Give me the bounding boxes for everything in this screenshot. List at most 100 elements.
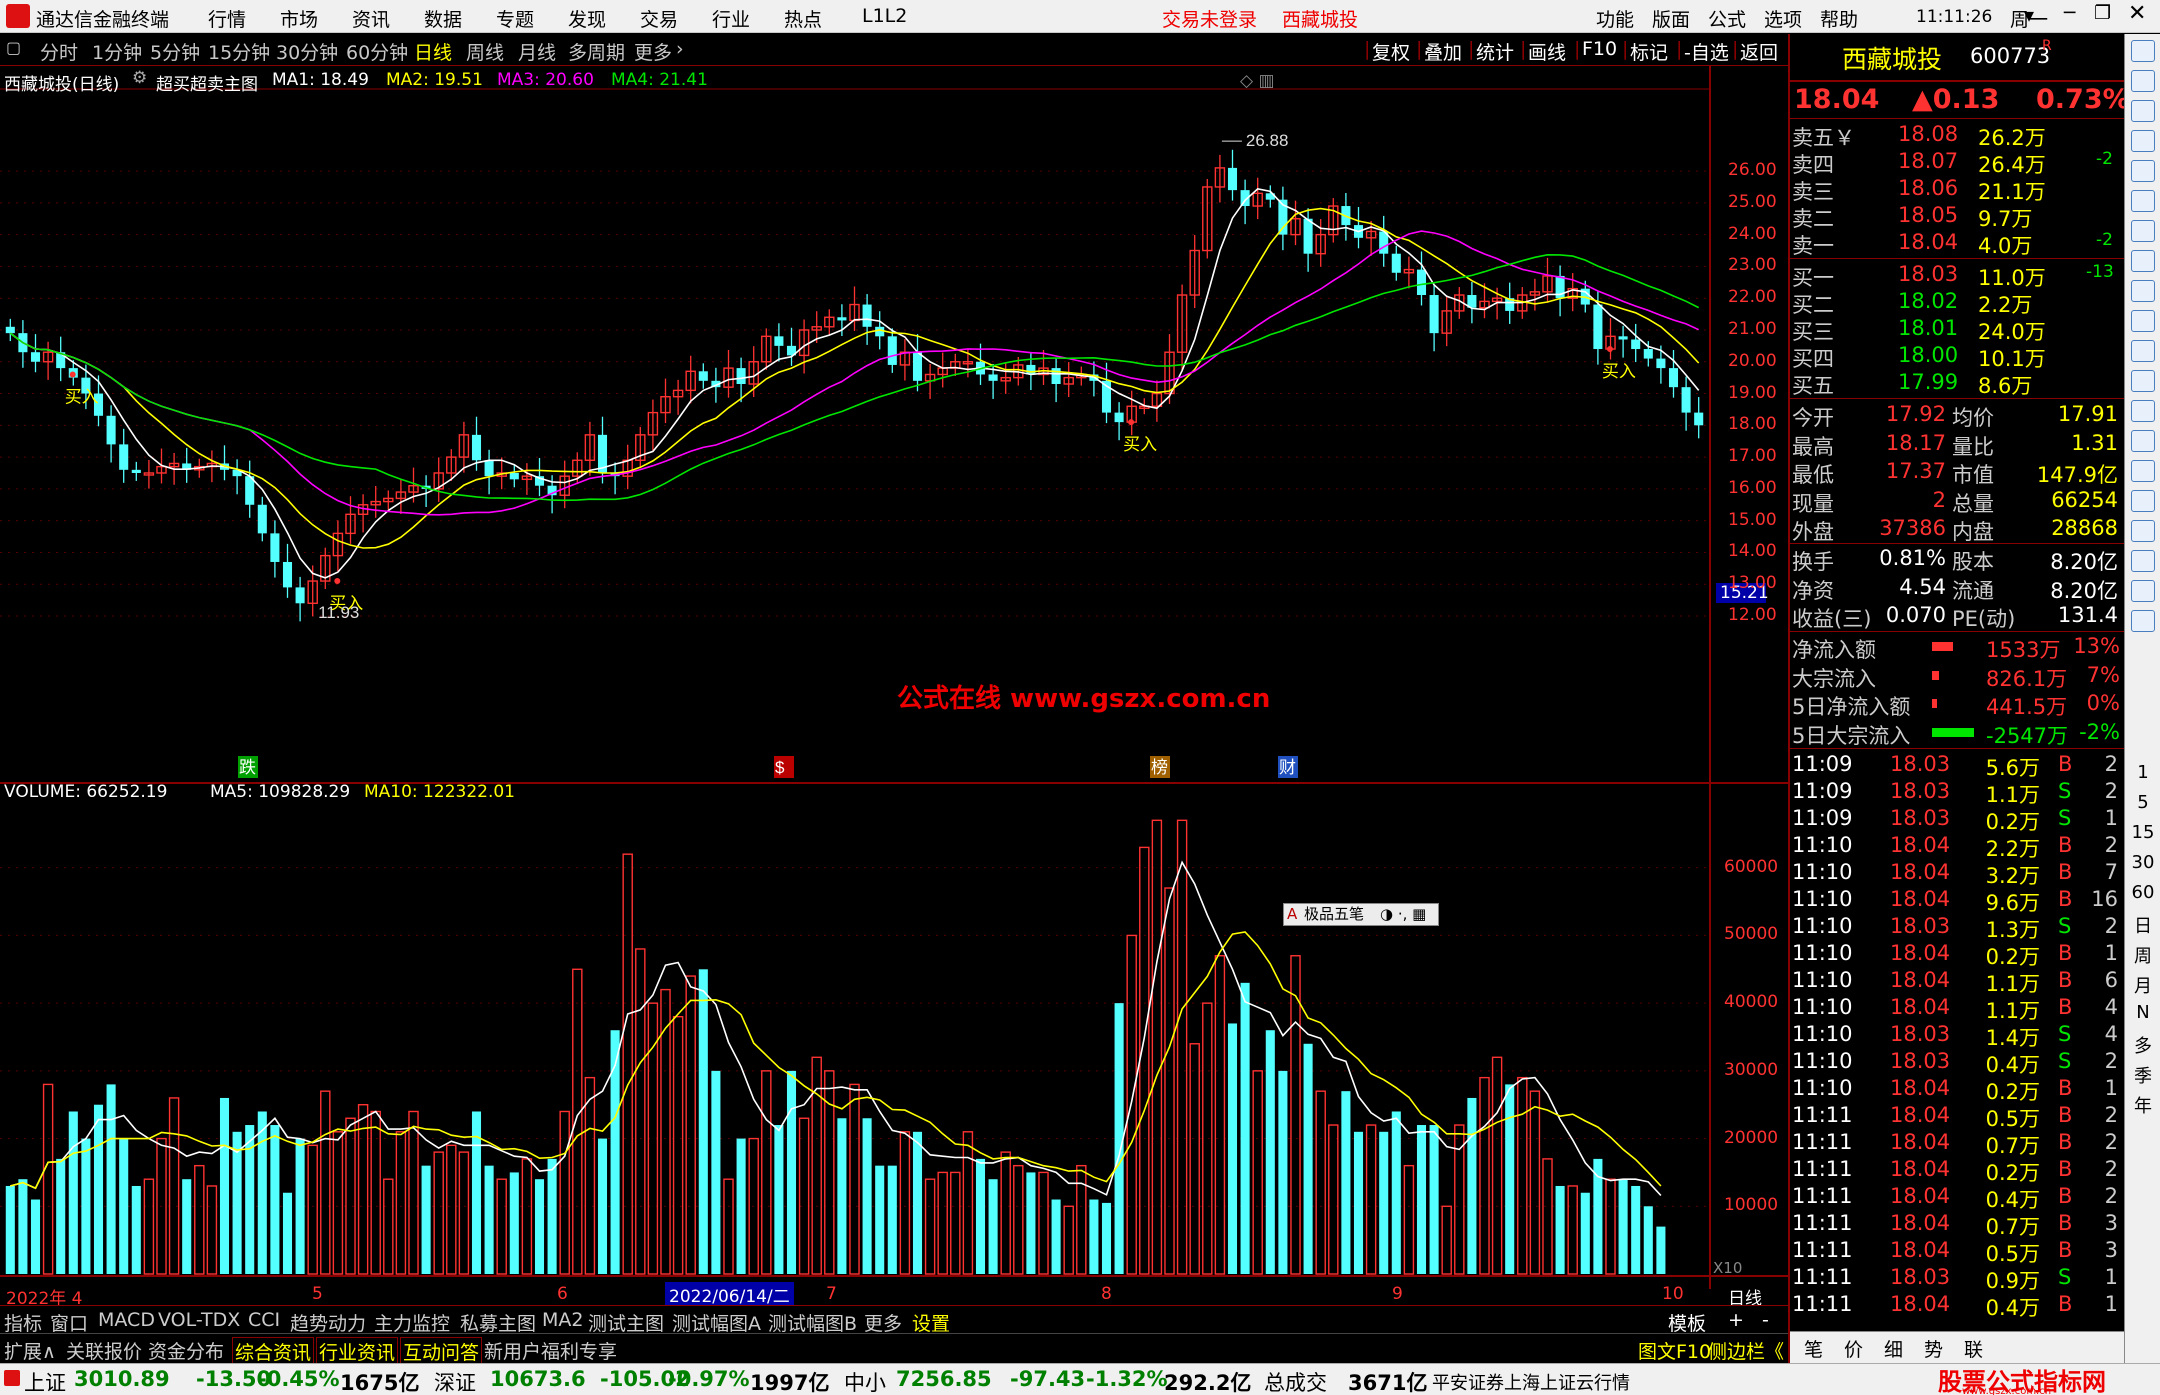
side-period-1[interactable]: 5 (2125, 792, 2160, 813)
period-tab-8[interactable]: 月线 (518, 38, 556, 65)
news2-icon[interactable] (2131, 310, 2155, 332)
f10-icon[interactable] (2131, 280, 2155, 302)
more-chevron-icon[interactable]: › (676, 38, 684, 60)
indicator-tab-0[interactable]: 指标 (4, 1309, 42, 1336)
menu-item-9[interactable]: L1L2 (862, 5, 907, 27)
menu-item-2[interactable]: 资讯 (352, 5, 390, 32)
search-icon[interactable] (2131, 40, 2155, 62)
side-period-4[interactable]: 60 (2125, 882, 2160, 903)
toolbar-button-6[interactable]: -自选 (1684, 38, 1729, 65)
toolbar-button-2[interactable]: 统计 (1476, 38, 1514, 65)
toolbar-button-7[interactable]: 返回 (1740, 38, 1778, 65)
period-tab-7[interactable]: 周线 (466, 38, 504, 65)
indicator-tab-9[interactable]: 测试主图 (588, 1309, 664, 1336)
indicator-tab-5[interactable]: 趋势动力 (290, 1309, 366, 1336)
indicator-tab-4[interactable]: CCI (248, 1309, 280, 1331)
indicator-tab-8[interactable]: MA2 (542, 1309, 583, 1331)
menu-item-1[interactable]: 市场 (280, 5, 318, 32)
side-period-7[interactable]: 月 (2125, 972, 2160, 998)
gear-icon[interactable] (2131, 460, 2155, 482)
info-tab-2[interactable]: 资金分布 (148, 1337, 224, 1364)
kline-chart-area[interactable]: 买入 买入 买入 买入 26.88 11.93 跌 $ 榜财 西藏城投(日线) ⚙ 超买超卖主图… (0, 66, 1788, 1309)
info-tab-0[interactable]: 扩展∧ (4, 1337, 56, 1364)
period-tab-5[interactable]: 60分钟 (346, 38, 408, 65)
side-period-2[interactable]: 15 (2125, 822, 2160, 843)
panel-tab-2[interactable]: 细 (1884, 1335, 1903, 1362)
info-tab-1[interactable]: 关联报价 (66, 1337, 142, 1364)
right-menu-item-1[interactable]: 版面 (1652, 5, 1690, 32)
panel-tab-0[interactable]: 笔 (1804, 1335, 1823, 1362)
toolbar-button-3[interactable]: 画线 (1528, 38, 1566, 65)
f5-icon[interactable] (2131, 610, 2155, 632)
info-tab-4[interactable]: 行业资讯 (316, 1337, 399, 1366)
indicator-toggle-icon[interactable]: ⚙ (132, 68, 147, 88)
period-tab-9[interactable]: 多周期 (568, 38, 625, 65)
info-tab-5[interactable]: 互动问答 (400, 1337, 483, 1366)
period-tab-1[interactable]: 1分钟 (92, 38, 142, 65)
panel-tab-4[interactable]: 联 (1964, 1335, 1983, 1362)
side-period-3[interactable]: 30 (2125, 852, 2160, 873)
restore-icon[interactable]: ❐ (2094, 2, 2111, 24)
indicator-tab-10[interactable]: 测试幅图A (672, 1309, 761, 1336)
news-icon[interactable] (2131, 250, 2155, 272)
ime-tools-icon[interactable]: ◑ ·, ▦ (1380, 904, 1426, 925)
index-name-0[interactable]: 上证 (24, 1367, 66, 1395)
side-period-9[interactable]: 多 (2125, 1032, 2160, 1058)
right-menu-item-0[interactable]: 功能 (1596, 5, 1634, 32)
period-tab-6[interactable]: 日线 (414, 38, 452, 65)
template-button-1[interactable]: + (1728, 1309, 1744, 1331)
bar-icon[interactable] (2131, 160, 2155, 182)
info-icon[interactable] (2131, 100, 2155, 122)
indicator-tab-13[interactable]: 设置 (912, 1309, 950, 1336)
period-tab-4[interactable]: 30分钟 (276, 38, 338, 65)
indicator-tab-3[interactable]: VOL-TDX (158, 1309, 240, 1331)
close-icon[interactable]: ✕ (2128, 1, 2146, 26)
menu-item-7[interactable]: 行业 (712, 5, 750, 32)
right-menu-item-4[interactable]: 帮助 (1820, 5, 1858, 32)
f2-icon[interactable] (2131, 340, 2155, 362)
toolbar-button-1[interactable]: 叠加 (1424, 38, 1462, 65)
indicator-tab-6[interactable]: 主力监控 (374, 1309, 450, 1336)
ime-popup[interactable]: A 极品五笔 ◑ ·, ▦ (1283, 903, 1439, 926)
indicator-tab-12[interactable]: 更多 (864, 1309, 902, 1336)
indicator-tab-1[interactable]: 窗口 (50, 1309, 88, 1336)
menu-item-0[interactable]: 行情 (208, 5, 246, 32)
pen-icon[interactable] (2131, 580, 2155, 602)
rsi-icon[interactable] (2131, 490, 2155, 512)
info-tab-6[interactable]: 新用户福利专享 (484, 1337, 617, 1364)
up-arrow-icon[interactable] (2131, 70, 2155, 92)
index-name-1[interactable]: 深证 (434, 1367, 476, 1395)
menu-item-8[interactable]: 热点 (784, 5, 822, 32)
minimize-icon[interactable]: ─ (2064, 2, 2075, 24)
period-tab-3[interactable]: 15分钟 (208, 38, 270, 65)
side-period-10[interactable]: 季 (2125, 1062, 2160, 1088)
side-period-11[interactable]: 年 (2125, 1092, 2160, 1118)
panel-tab-3[interactable]: 势 (1924, 1335, 1943, 1362)
side-period-0[interactable]: 1 (2125, 762, 2160, 783)
stock-tab[interactable]: 西藏城投 (1282, 5, 1358, 32)
menu-item-5[interactable]: 发现 (568, 5, 606, 32)
chart-svg[interactable]: 买入买入买入买入26.8811.93跌 $ 榜财 (0, 66, 1788, 1289)
side-period-5[interactable]: 日 (2125, 912, 2160, 938)
side-period-6[interactable]: 周 (2125, 942, 2160, 968)
indicator-name[interactable]: 超买超卖主图 (156, 70, 258, 95)
menu-item-6[interactable]: 交易 (640, 5, 678, 32)
menu-item-3[interactable]: 数据 (424, 5, 462, 32)
toolbar-button-4[interactable]: F10 (1582, 38, 1617, 60)
trade-login-status[interactable]: 交易未登录 (1162, 5, 1257, 32)
dropdown-arrow-icon[interactable]: ▾ (2024, 3, 2034, 27)
info-tab-3[interactable]: 综合资讯 (232, 1337, 315, 1366)
right-menu-item-2[interactable]: 公式 (1708, 5, 1746, 32)
indicator-tab-7[interactable]: 私募主图 (460, 1309, 536, 1336)
indicator-tab-2[interactable]: MACD (98, 1309, 155, 1331)
line-icon[interactable] (2131, 190, 2155, 212)
info-right-1[interactable]: 侧边栏《 (1708, 1337, 1784, 1364)
circle-icon[interactable] (2131, 430, 2155, 452)
move-icon[interactable] (2131, 550, 2155, 572)
indicator-tab-11[interactable]: 测试幅图B (768, 1309, 857, 1336)
f4-icon[interactable] (2131, 400, 2155, 422)
window-box-icon[interactable]: ▢ (6, 38, 21, 57)
panel-tab-1[interactable]: 价 (1844, 1335, 1863, 1362)
right-menu-item-3[interactable]: 选项 (1764, 5, 1802, 32)
chart-corner-icon[interactable]: ◇ ▥ (1240, 71, 1275, 91)
